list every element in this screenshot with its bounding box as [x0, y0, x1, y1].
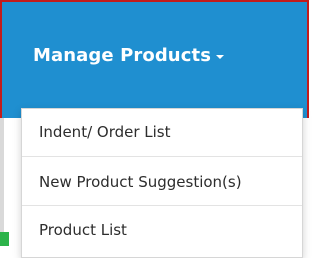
- top-navbar: Manage Products: [0, 0, 309, 118]
- manage-products-menu-toggle[interactable]: Manage Products: [33, 38, 225, 72]
- menu-item-product-list[interactable]: Product List: [22, 209, 302, 250]
- green-status-marker: [0, 232, 9, 246]
- caret-down-icon: [216, 54, 225, 59]
- menu-item-indent-order-list[interactable]: Indent/ Order List: [22, 111, 302, 152]
- left-edge-strip: [0, 118, 4, 246]
- menu-divider: [22, 205, 302, 206]
- manage-products-label: Manage Products: [33, 44, 212, 66]
- menu-item-new-product-suggestions[interactable]: New Product Suggestion(s): [22, 161, 302, 202]
- menu-item-label: New Product Suggestion(s): [39, 172, 242, 191]
- menu-divider: [22, 156, 302, 157]
- menu-item-label: Product List: [39, 220, 127, 239]
- menu-item-label: Indent/ Order List: [39, 122, 171, 141]
- manage-products-dropdown: Indent/ Order List New Product Suggestio…: [21, 108, 303, 258]
